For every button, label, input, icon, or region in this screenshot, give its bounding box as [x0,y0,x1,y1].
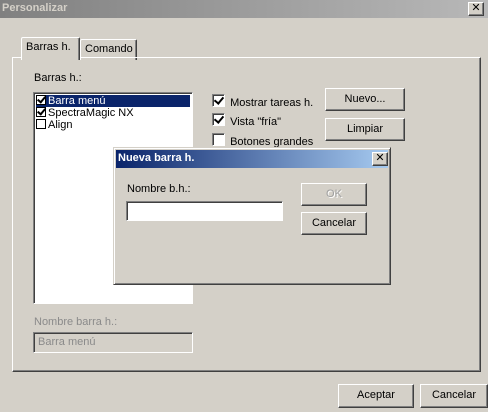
dialog-title-bar[interactable]: Nueva barra h. ✕ [116,150,388,168]
checkbox[interactable] [36,119,46,129]
checkbox[interactable] [212,94,225,107]
list-item[interactable]: Align [36,119,72,131]
option-large-buttons[interactable]: Botones grandes [212,133,313,148]
new-toolbar-dialog[interactable]: Nueva barra h. ✕ Nombre b.h.: OK Cancela… [113,147,391,285]
option-show-tooltips[interactable]: Mostrar tareas h. [212,94,313,109]
dialog-cancel-button[interactable]: Cancelar [301,212,367,235]
toolbars-list-label: Barras h.: [34,72,82,84]
dialog-name-label: Nombre b.h.: [127,183,191,195]
checkbox[interactable] [36,95,46,105]
close-icon: ✕ [375,152,385,164]
toolbar-name-field: Barra menú [33,332,193,353]
new-toolbar-button[interactable]: Nuevo... [325,88,405,111]
close-icon: ✕ [471,2,481,14]
checkbox[interactable] [212,113,225,126]
dialog-ok-button[interactable]: OK [301,183,367,206]
window-close-button[interactable]: ✕ [468,2,484,16]
option-cool-look[interactable]: Vista "fría" [212,113,281,128]
checkbox[interactable] [212,133,225,146]
dialog-name-input[interactable] [126,201,283,221]
window-title: Personalizar [2,2,68,14]
cancel-button[interactable]: Cancelar [420,384,488,408]
dialog-close-button[interactable]: ✕ [372,152,388,166]
tab-barras-label: Barras h. [26,41,71,53]
checkbox[interactable] [36,107,46,117]
clear-toolbar-button[interactable]: Limpiar [325,118,405,141]
dialog-title: Nueva barra h. [118,152,195,164]
list-item[interactable]: SpectraMagic NX [36,107,134,119]
toolbar-name-label: Nombre barra h.: [34,316,118,328]
tab-comando-label: Comando [85,43,133,55]
tab-barras[interactable]: Barras h. [21,37,80,60]
window-title-bar[interactable]: Personalizar ✕ [0,0,488,18]
accept-button[interactable]: Aceptar [338,384,414,408]
list-item[interactable]: Barra menú [36,95,190,107]
